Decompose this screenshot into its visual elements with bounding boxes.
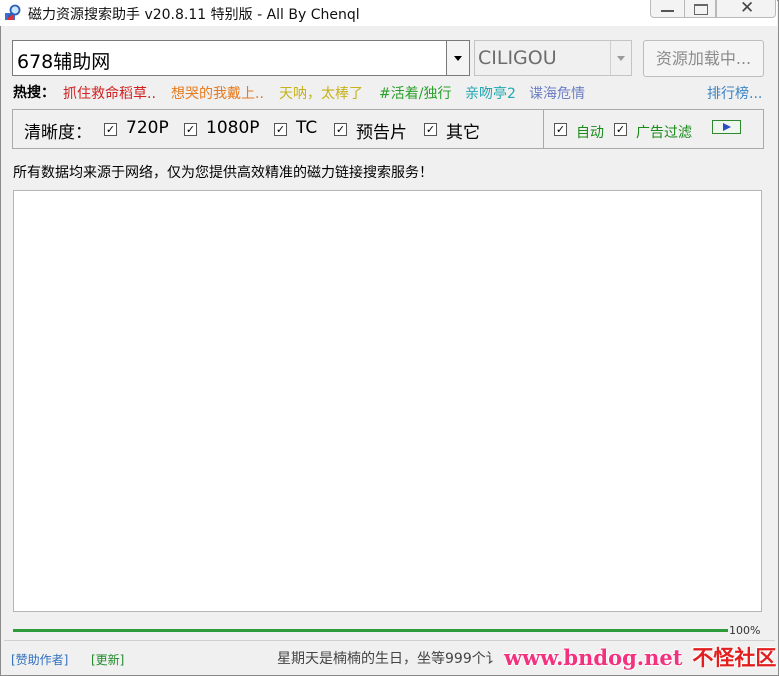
hot-search-item[interactable]: 抓住救命稻草.. [63,83,156,103]
hot-search-label: 热搜： [13,85,55,101]
progress-percent: 100% [729,624,761,637]
search-input[interactable]: 678辅助网 [12,40,447,76]
quality-label: 清晰度： [24,123,92,143]
source-select[interactable]: CILIGOU [474,40,632,76]
checkbox-auto-label[interactable]: 自动 [576,122,604,142]
load-resource-button[interactable]: 资源加载中... [643,40,764,77]
source-select-value: CILIGOU [478,47,557,69]
hot-search-item[interactable]: 想哭的我戴上.. [171,83,264,103]
hot-search-item[interactable]: #活着/独行 [379,83,451,103]
close-button[interactable]: ✕ [716,0,776,18]
panel-divider [543,110,544,148]
checkbox-trailer-label[interactable]: 预告片 [356,118,407,143]
title-bar[interactable]: 磁力资源搜索助手 v20.8.11 特别版 - All By Chenql ✕ [0,0,777,26]
checkbox-720p[interactable]: ✓ [104,123,117,136]
checkbox-ad-filter[interactable]: ✓ [614,123,627,136]
checkbox-auto[interactable]: ✓ [554,123,567,136]
update-link[interactable]: [更新] [91,651,124,668]
checkbox-1080p[interactable]: ✓ [184,123,197,136]
results-list[interactable] [13,190,762,612]
sponsor-link[interactable]: [赞助作者] [11,651,68,668]
checkbox-other[interactable]: ✓ [424,123,437,136]
notice-text: 所有数据均来源于网络，仅为您提供高效精准的磁力链接搜索服务！ [13,165,433,181]
checkbox-other-label[interactable]: 其它 [446,118,480,143]
hot-search-item[interactable]: 亲吻亭2 [465,83,516,103]
progress-bar [13,629,728,632]
search-query-text: 678辅助网 [17,51,111,73]
window-title: 磁力资源搜索助手 v20.8.11 特别版 - All By Chenql [28,7,360,23]
footer-divider [4,640,775,641]
checkbox-tc[interactable]: ✓ [274,123,287,136]
watermark-url: www.bndog.net [504,645,683,670]
checkbox-ad-filter-label[interactable]: 广告过滤 [636,122,692,142]
hot-search-item[interactable]: 天呐，太棒了 [279,83,363,103]
checkbox-720p-label[interactable]: 720P [126,118,169,138]
hot-search-item[interactable]: 谍海危情 [529,83,585,103]
search-history-dropdown-button[interactable] [447,40,470,76]
play-icon-button[interactable] [712,120,741,134]
ranking-link[interactable]: 排行榜... [707,83,762,103]
maximize-button[interactable] [684,0,716,18]
magnifier-app-icon [5,4,21,20]
minimize-button[interactable] [650,0,685,18]
watermark-site-name: 不怪社区 [692,645,777,670]
checkbox-tc-label[interactable]: TC [296,118,317,138]
checkbox-trailer[interactable]: ✓ [334,123,347,136]
status-text: 星期天是楠楠的生日，坐等999个讠 [277,651,500,667]
checkbox-1080p-label[interactable]: 1080P [206,118,260,138]
watermark: www.bndog.net 不怪社区 [504,642,776,672]
chevron-down-icon [610,41,631,75]
close-icon: ✕ [740,0,755,18]
